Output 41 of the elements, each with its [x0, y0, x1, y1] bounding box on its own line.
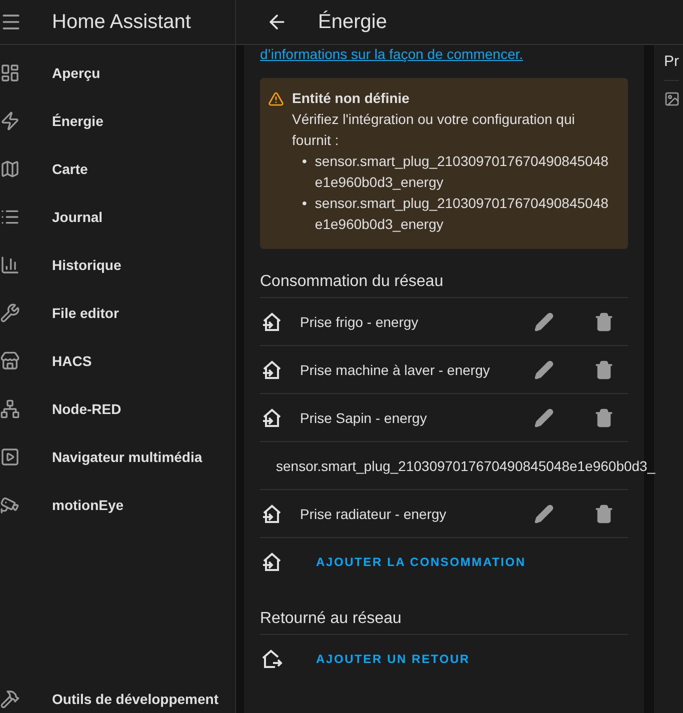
- help-link[interactable]: d’informations sur la façon de commencer.: [260, 46, 628, 62]
- image-icon: [664, 91, 680, 107]
- add-consumption-button[interactable]: AJOUTER LA CONSOMMATION: [308, 547, 534, 577]
- source-name: Prise machine à laver - energy: [300, 362, 491, 378]
- sidebar-item[interactable]: Outils de développement: [0, 687, 235, 711]
- section-title: Retourné au réseau: [260, 610, 402, 629]
- app-title: Home Assistant: [52, 10, 191, 34]
- sidebar-item[interactable]: Énergie: [0, 97, 235, 145]
- nav-icon: [0, 255, 20, 275]
- entity-id: sensor.smart_plug_2103097017670490845048e1e960b0d3_: [275, 458, 656, 474]
- sidebar-item[interactable]: Journal: [0, 193, 235, 241]
- add-return-button[interactable]: AJOUTER UN RETOUR: [308, 644, 478, 674]
- bullet: •: [302, 194, 307, 213]
- sidebar-item[interactable]: Carte: [0, 145, 235, 193]
- hammer-icon: [0, 689, 20, 709]
- sidebar-item[interactable]: motionEye: [0, 481, 235, 529]
- nav-icon: [0, 159, 20, 179]
- sidebar-item[interactable]: Historique: [0, 241, 235, 289]
- nav-icon: [0, 351, 20, 371]
- page-title: Énergie: [318, 10, 387, 34]
- source-name: Prise frigo - energy: [300, 314, 420, 330]
- nav-icon: [0, 447, 20, 467]
- nav-icon: [0, 495, 20, 515]
- section-title: Consommation du réseau: [260, 273, 444, 292]
- sidebar-item[interactable]: Aperçu: [0, 49, 235, 97]
- home-arrow-out-icon: [260, 647, 284, 671]
- sidebar-item[interactable]: File editor: [0, 289, 235, 337]
- nav-icon: [0, 399, 20, 419]
- bullet: •: [302, 152, 307, 171]
- warning-message: Vérifiez l'intégration ou votre configuration qui fournit :: [292, 110, 576, 150]
- nav-icon: [0, 303, 20, 323]
- source-name: Prise radiateur - energy: [300, 506, 448, 522]
- sidebar-item[interactable]: Navigateur multimédia: [0, 433, 235, 481]
- nav-icon: [0, 111, 20, 131]
- source-name: Prise Sapin - energy: [300, 410, 428, 426]
- warning-title: Entité non définie: [292, 89, 410, 108]
- card-title: Pr: [664, 53, 679, 81]
- sidebar-item[interactable]: HACS: [0, 337, 235, 385]
- sidebar-item[interactable]: Node-RED: [0, 385, 235, 433]
- entity-id: sensor.smart_plug_2103097017670490845048e1e960b0d3_energy: [314, 194, 610, 234]
- nav-icon: [0, 63, 20, 83]
